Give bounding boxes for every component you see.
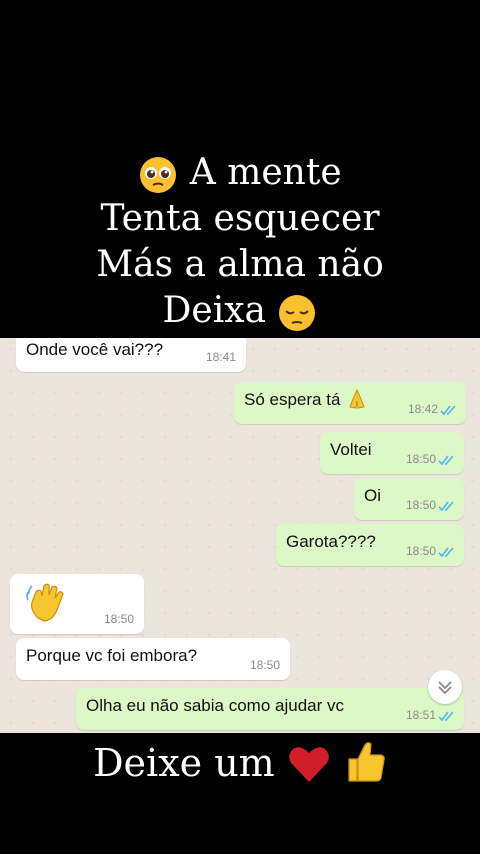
message-text: Garota???? (286, 532, 376, 551)
message-time: 18:50 (405, 498, 436, 512)
message-bubble-outgoing[interactable]: Olha eu não sabia como ajudar vc 18:51 (76, 688, 464, 730)
message-text: Oi (364, 486, 381, 505)
caption-line-3: Más a alma não (96, 244, 384, 285)
message-text-content: Só espera tá (244, 390, 341, 409)
message-text: Olha eu não sabia como ajudar vc (86, 696, 344, 715)
message-bubble-incoming[interactable]: Porque vc foi embora? 18:50 (16, 638, 290, 680)
message-text: Porque vc foi embora? (26, 646, 198, 665)
bottom-caption-text: Deixe um (93, 741, 275, 785)
message-time: 18:51 (405, 708, 436, 722)
message-time: 18:50 (249, 658, 280, 672)
message-bubble-outgoing[interactable]: Garota???? 18:50 (276, 524, 464, 566)
message-text: Só espera tá (244, 388, 369, 411)
chat-area[interactable]: Onde você vai??? 18:41 Só espera tá 18:4… (0, 338, 480, 733)
folded-hands-icon (349, 388, 365, 409)
message-bubble-outgoing[interactable]: Só espera tá 18:42 (234, 382, 466, 424)
message-bubble-incoming[interactable]: Onde você vai??? 18:41 (16, 338, 246, 372)
caption-text-1: A mente (189, 152, 342, 193)
scroll-down-button[interactable] (428, 670, 462, 704)
message-bubble-outgoing[interactable]: Voltei 18:50 (320, 432, 464, 474)
pleading-face-icon (140, 157, 177, 193)
message-bubble-outgoing[interactable]: Oi 18:50 (354, 478, 464, 520)
message-time: 18:41 (205, 350, 236, 364)
double-check-icon (438, 455, 454, 466)
message-text: Voltei (330, 440, 372, 459)
caption-text-4: Deixa (162, 290, 266, 331)
caption-line-2: Tenta esquecer (100, 198, 380, 239)
message-time: 18:50 (103, 612, 134, 626)
bottom-caption: Deixe um (0, 740, 480, 786)
message-bubble-incoming[interactable]: 18:50 (10, 574, 144, 634)
top-caption: A mente Tenta esquecer Más a alma não De… (0, 150, 480, 334)
double-check-icon (438, 711, 454, 722)
pensive-face-icon (279, 295, 316, 331)
message-text: Onde você vai??? (26, 340, 164, 359)
message-time: 18:50 (405, 452, 436, 466)
thumbs-up-icon (348, 741, 385, 782)
red-heart-icon (289, 746, 329, 782)
caption-line-4: Deixa (0, 288, 480, 334)
waving-hand-icon (26, 583, 64, 622)
double-check-icon (440, 405, 456, 416)
caption-line-1: A mente (0, 150, 480, 196)
double-check-icon (438, 547, 454, 558)
scroll-down-icon (438, 681, 452, 695)
double-check-icon (438, 501, 454, 512)
message-time: 18:42 (407, 402, 438, 416)
message-time: 18:50 (405, 544, 436, 558)
